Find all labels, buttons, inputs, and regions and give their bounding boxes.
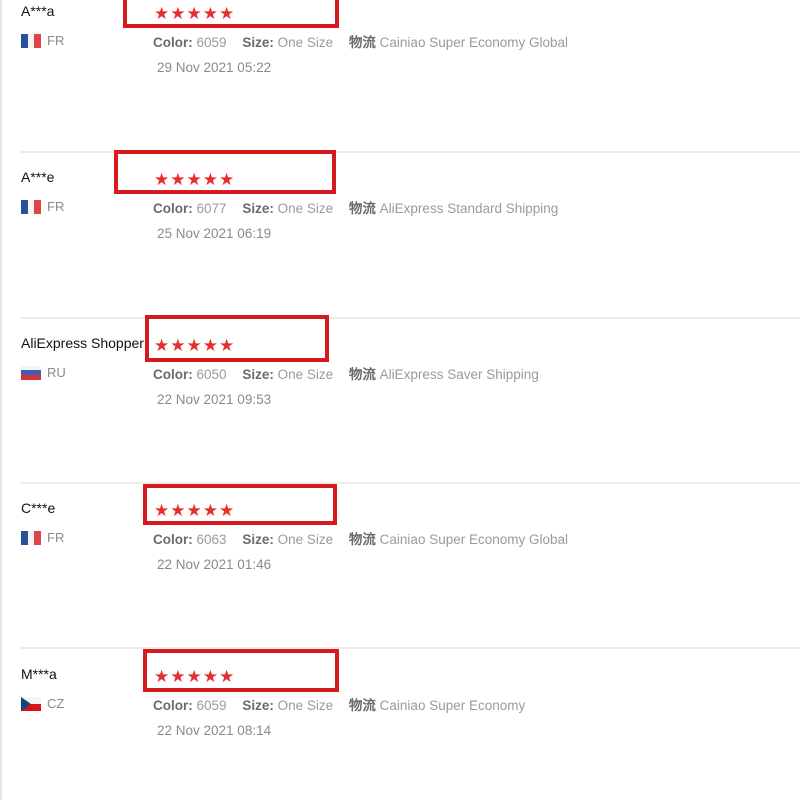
reviewer-country: FR [21,33,64,48]
size-value: One Size [277,698,334,713]
size-value: One Size [277,201,334,216]
shipping-method: AliExpress Standard Shipping [379,201,559,216]
review-date: 29 Nov 2021 05:22 [157,60,272,75]
color-value: 6059 [196,698,227,713]
france-flag-icon [21,199,41,214]
star-rating: ★★★★★ [154,170,236,189]
shipping-label: 物流 [348,698,376,713]
review-item: AliExpress Shopper RU ★★★★★ Color: 6050 … [0,315,800,432]
color-value: 6077 [196,201,227,216]
france-flag-icon [21,530,41,545]
reviewer-country: FR [21,199,64,214]
color-value: 6063 [196,532,227,547]
review-date: 22 Nov 2021 01:46 [157,557,272,572]
size-label: Size: [242,698,274,713]
country-code: CZ [47,696,65,711]
country-code: RU [47,365,66,380]
review-divider [20,482,800,484]
shipping-label: 物流 [348,35,376,50]
shipping-method: Cainiao Super Economy Global [379,35,569,50]
size-value: One Size [277,35,334,50]
shipping-label: 物流 [348,532,376,547]
reviewer-country: FR [21,530,64,545]
size-label: Size: [242,367,274,382]
reviewer-country: CZ [21,696,64,711]
star-rating: ★★★★★ [154,667,236,686]
russia-flag-icon [21,365,41,380]
shipping-label: 物流 [348,201,376,216]
czech-flag-icon [21,696,41,711]
country-code: FR [47,33,65,48]
color-label: Color: [153,35,193,50]
review-details: Color: 6050 Size: One Size 物流 AliExpress… [153,363,539,383]
size-label: Size: [242,532,274,547]
size-label: Size: [242,201,274,216]
review-item: M***a CZ ★★★★★ Color: 6059 Size: One Siz… [0,649,800,763]
review-details: Color: 6077 Size: One Size 物流 AliExpress… [153,197,558,217]
review-date: 25 Nov 2021 06:19 [157,226,272,241]
color-label: Color: [153,532,193,547]
size-value: One Size [277,367,334,382]
review-divider [20,317,800,319]
color-label: Color: [153,201,193,216]
reviewer-country: RU [21,365,66,380]
review-divider [20,647,800,649]
review-date: 22 Nov 2021 09:53 [157,392,272,407]
review-item: A***e FR ★★★★★ Color: 6077 Size: One Siz… [0,150,800,266]
shipping-label: 物流 [348,367,376,382]
review-details: Color: 6063 Size: One Size 物流 Cainiao Su… [153,528,568,548]
color-value: 6059 [196,35,227,50]
country-code: FR [47,530,65,545]
shipping-method: AliExpress Saver Shipping [379,367,539,382]
review-item: C***e FR ★★★★★ Color: 6063 Size: One Siz… [0,484,800,597]
color-label: Color: [153,367,193,382]
reviewer-name: C***e [21,500,56,516]
size-value: One Size [277,532,334,547]
color-value: 6050 [196,367,227,382]
size-label: Size: [242,35,274,50]
shipping-method: Cainiao Super Economy [379,698,526,713]
review-date: 22 Nov 2021 08:14 [157,723,272,738]
shipping-method: Cainiao Super Economy Global [379,532,569,547]
star-rating: ★★★★★ [154,501,236,520]
review-details: Color: 6059 Size: One Size 物流 Cainiao Su… [153,31,568,51]
review-item: A***a FR ★★★★★ Color: 6059 Size: One Siz… [0,0,800,100]
reviewer-name: M***a [21,666,57,682]
star-rating: ★★★★★ [154,336,236,355]
star-rating: ★★★★★ [154,4,236,23]
reviews-page: A***a FR ★★★★★ Color: 6059 Size: One Siz… [0,0,800,800]
reviewer-name: A***e [21,169,55,185]
france-flag-icon [21,33,41,48]
reviewer-name: A***a [21,3,55,19]
review-details: Color: 6059 Size: One Size 物流 Cainiao Su… [153,694,525,714]
reviewer-name: AliExpress Shopper [21,335,144,351]
color-label: Color: [153,698,193,713]
country-code: FR [47,199,65,214]
